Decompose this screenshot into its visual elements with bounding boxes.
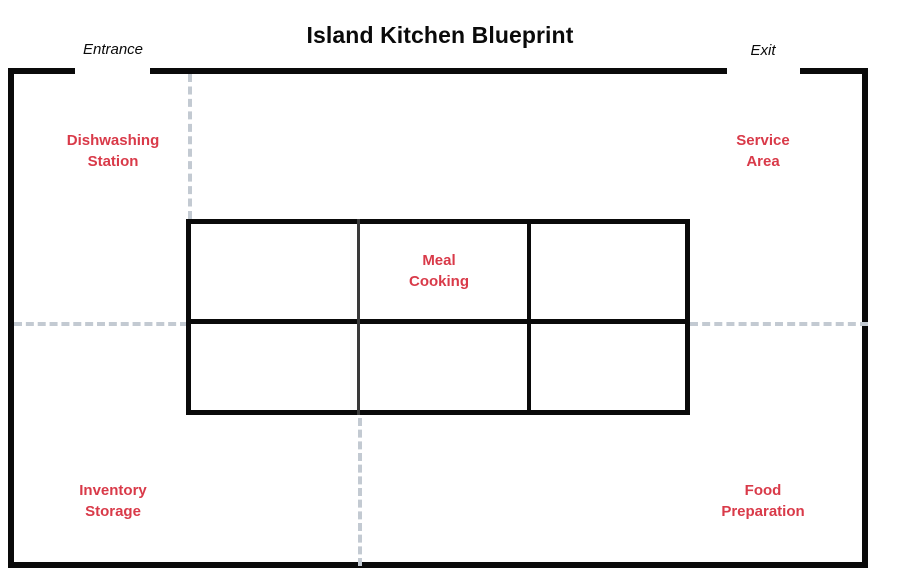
- zone-label-inventory-storage: Inventory Storage: [79, 482, 147, 520]
- island-divider-horizontal: [186, 319, 690, 324]
- wall-bottom: [8, 562, 868, 568]
- wall-top-middle-segment: [150, 68, 727, 74]
- zone-label-meal-cooking: Meal Cooking: [409, 252, 469, 290]
- wall-left: [8, 68, 14, 568]
- zone-divider-dashed-right: [690, 322, 868, 326]
- wall-top-right-segment: [800, 68, 868, 74]
- zone-divider-dashed-bottom: [358, 418, 362, 566]
- kitchen-island-outline: [186, 219, 690, 415]
- entrance-label: Entrance: [82, 41, 144, 58]
- zone-label-food-preparation: Food Preparation: [721, 482, 805, 520]
- kitchen-blueprint-canvas: Island Kitchen Blueprint Entrance Exit D…: [0, 0, 911, 586]
- wall-top-left-segment: [8, 68, 75, 74]
- wall-right: [862, 68, 868, 568]
- exit-label: Exit: [750, 42, 776, 59]
- zone-divider-dashed-left: [14, 322, 188, 326]
- zone-label-dishwashing-station: Dishwashing Station: [66, 132, 160, 170]
- island-divider-vertical-left: [357, 219, 360, 415]
- zone-label-service-area: Service Area: [736, 132, 790, 170]
- island-divider-vertical-right: [527, 219, 531, 415]
